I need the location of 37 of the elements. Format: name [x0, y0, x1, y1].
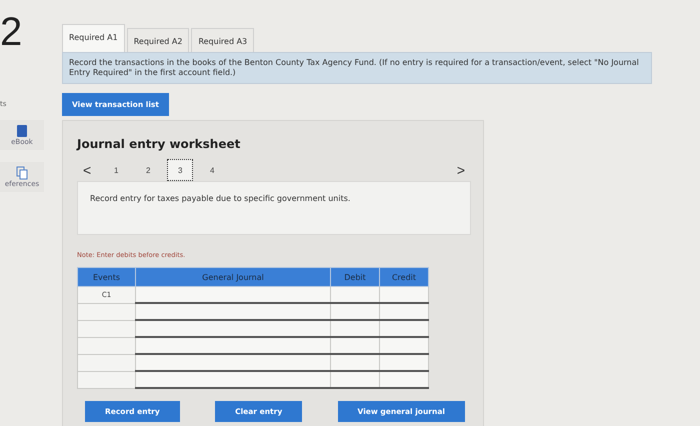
- credit-field[interactable]: [380, 371, 428, 388]
- debit-field[interactable]: [330, 303, 380, 320]
- debit-field[interactable]: [330, 286, 380, 303]
- column-header: Debit: [330, 268, 380, 286]
- credit-field[interactable]: [380, 337, 428, 354]
- question-number: 2: [0, 12, 22, 52]
- debit-field[interactable]: [330, 337, 380, 354]
- account-field[interactable]: [136, 320, 330, 337]
- credit-field[interactable]: [380, 320, 428, 337]
- column-header: Events: [78, 268, 136, 286]
- credit-field[interactable]: [380, 354, 428, 371]
- previous-button[interactable]: <: [77, 162, 98, 178]
- next-button[interactable]: >: [450, 162, 471, 178]
- tab[interactable]: Required A3: [191, 28, 254, 52]
- page-tab[interactable]: 1: [103, 159, 130, 181]
- page-tab[interactable]: 2: [135, 159, 162, 181]
- book-icon: [16, 124, 28, 138]
- column-header: General Journal: [136, 268, 330, 286]
- debit-field[interactable]: [330, 371, 380, 388]
- tab[interactable]: Required A1: [62, 24, 125, 52]
- account-field[interactable]: [136, 337, 330, 354]
- column-header: Credit: [380, 268, 428, 286]
- documents-icon: [16, 166, 28, 180]
- page-tab[interactable]: 4: [199, 159, 226, 181]
- account-field[interactable]: [136, 371, 330, 388]
- worksheet-title: Journal entry worksheet: [77, 137, 242, 151]
- tab[interactable]: Required A2: [126, 28, 190, 52]
- credit-field[interactable]: [380, 303, 428, 320]
- debit-field[interactable]: [330, 354, 380, 371]
- account-field[interactable]: [136, 354, 330, 371]
- page-tab[interactable]: 3: [167, 159, 194, 181]
- account-field[interactable]: [136, 286, 330, 303]
- debit-field[interactable]: [330, 320, 380, 337]
- prompt-text: Record entry for taxes payable due to specific government units.: [90, 194, 350, 203]
- instruction-text: Record the transactions in the books of the Benton County Tax Agency Fund. (If no entry is required for a transaction/event, select "No Journal Entry Required" in the first account field.): [62, 52, 652, 84]
- account-field[interactable]: [136, 303, 330, 320]
- credit-field[interactable]: [380, 286, 428, 303]
